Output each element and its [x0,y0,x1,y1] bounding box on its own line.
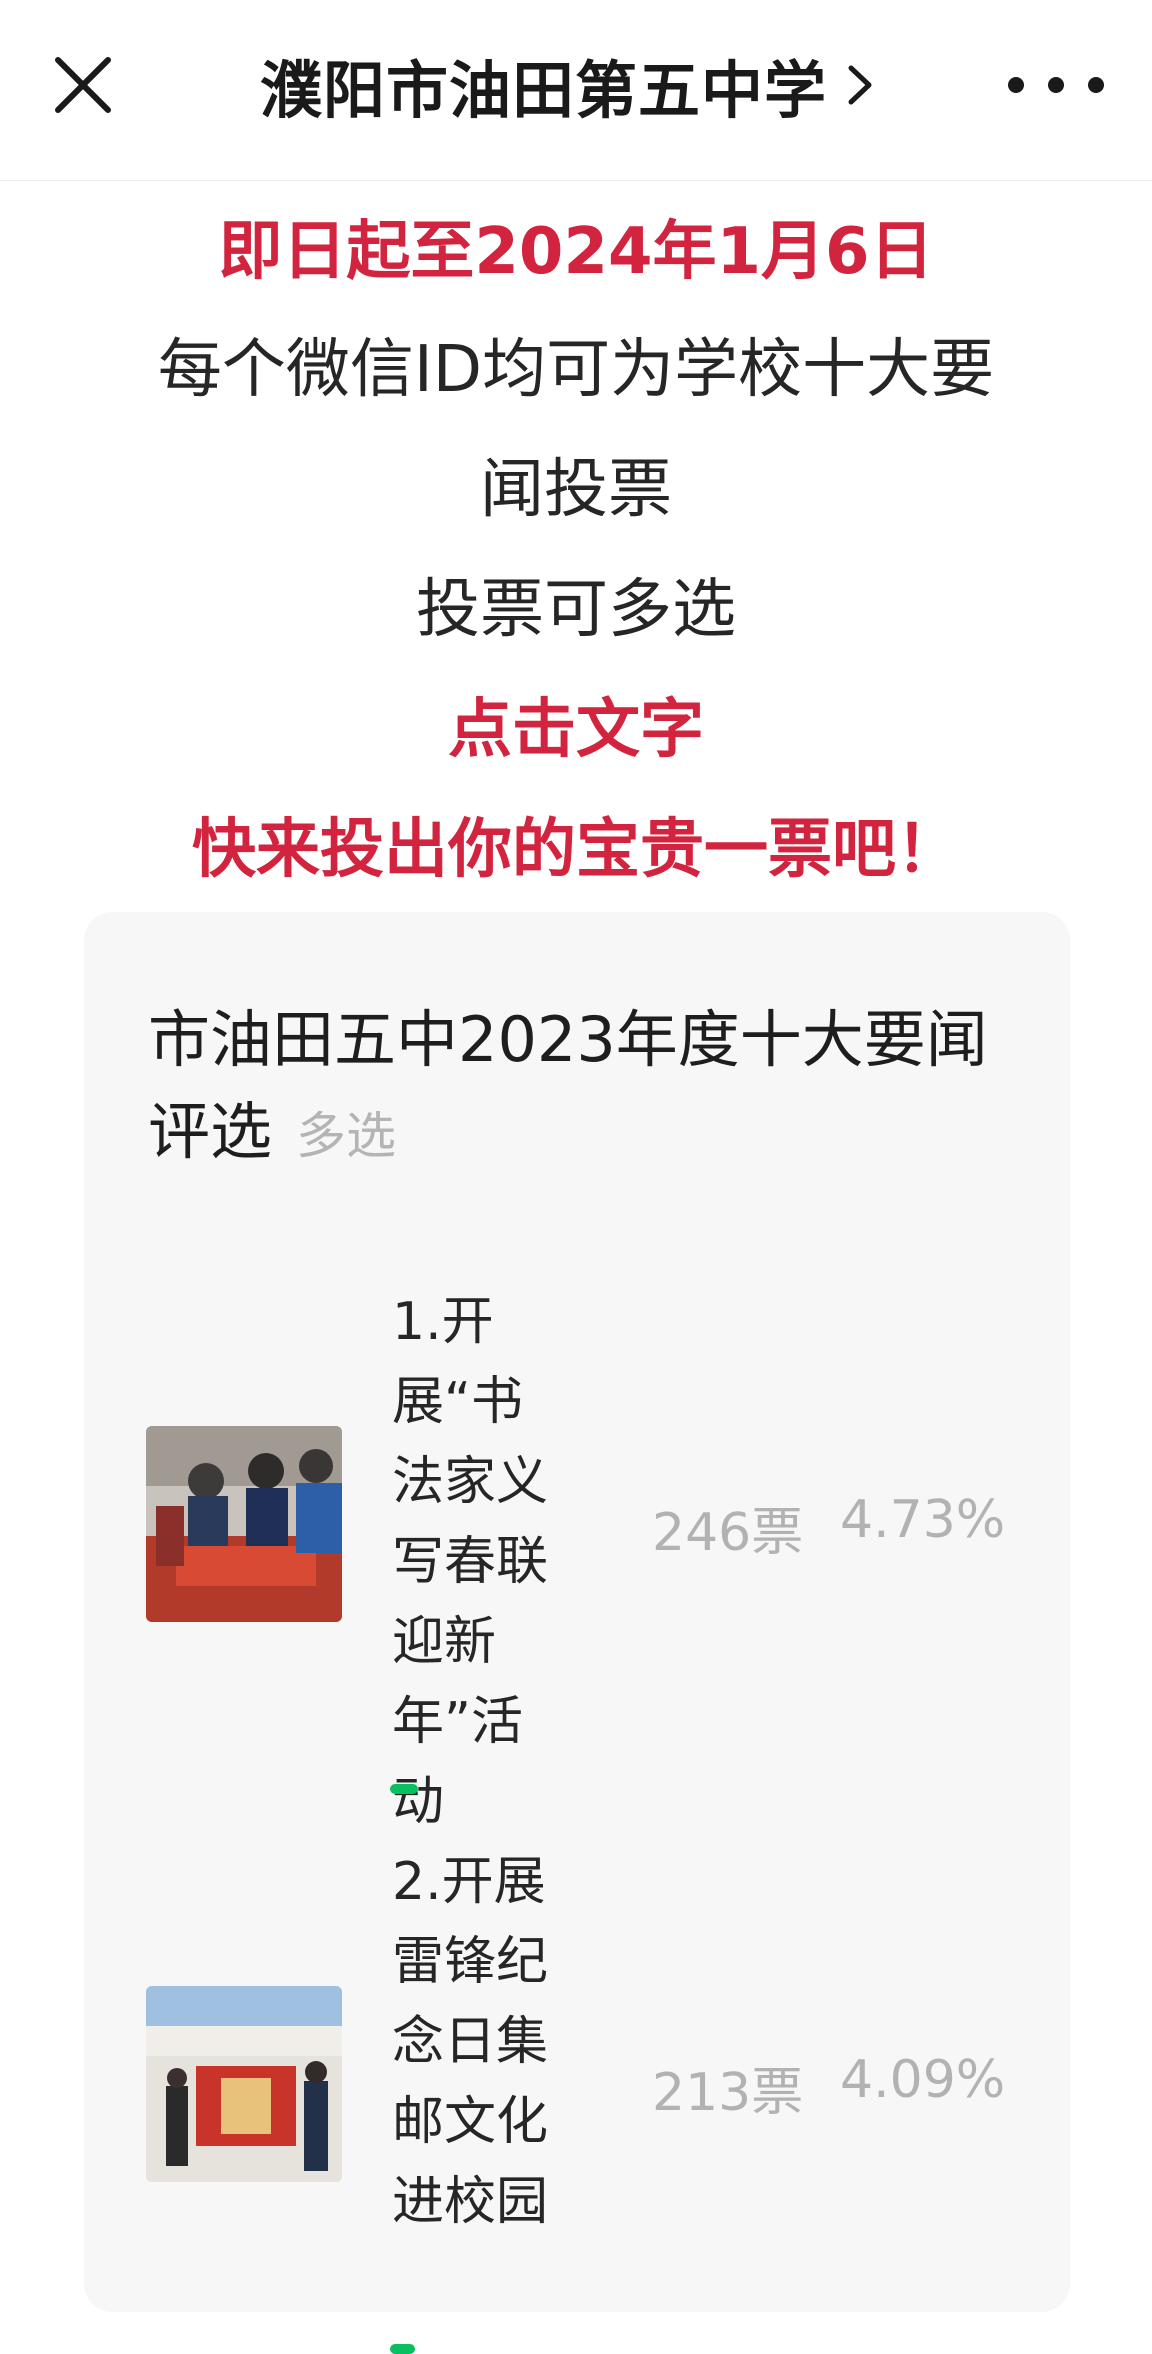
option-vote-count: 213票 [652,2063,804,2123]
option-progress-bar [390,2344,990,2354]
chevron-right-icon [848,65,872,105]
option-label: 2.开展雷锋纪念日集邮文化进校园 [392,1852,549,2232]
option-progress-fill [390,2344,415,2354]
click-hint-text: 点击文字 [448,693,704,767]
vote-title-text: 市油田五中2023年度十大要闻评选 [148,1003,988,1168]
announcement-line: 投票可多选 [416,573,736,647]
option-percent: 4.73% [840,1490,1006,1550]
deadline-text: 即日起至2024年1月6日 [218,215,934,289]
vote-option[interactable]: 1.开展“书法家义写春联迎新年”活动 246票 4.73% [84,1282,1070,1832]
announcement-line: 闻投票 [480,453,672,527]
close-icon[interactable] [48,50,118,120]
option-progress-bar [390,1784,990,1794]
option-percent: 4.09% [840,2050,1006,2110]
account-title: 濮阳市油田第五中学 [260,54,828,127]
vote-title: 市油田五中2023年度十大要闻评选 多选 [148,994,1028,1182]
vote-card: 市油田五中2023年度十大要闻评选 多选 1.开展“书法家义写春联迎新年”活动 2… [84,912,1070,2354]
option-progress-fill [390,1784,418,1794]
option-label: 1.开展“书法家义写春联迎新年”活动 [392,1292,549,1832]
option-thumbnail [146,1986,342,2182]
option-thumbnail [146,1426,342,1622]
vote-mode-badge: 多选 [296,1107,397,1165]
account-title-link[interactable]: 濮阳市油田第五中学 [260,40,960,130]
call-to-action-text: 快来投出你的宝贵一票吧！ [192,813,960,887]
announcement-line: 每个微信ID均可为学校十大要 [157,333,995,407]
option-vote-count: 246票 [652,1503,804,1563]
nav-bar: 濮阳市油田第五中学 [0,0,1152,181]
more-icon[interactable] [996,60,1116,110]
